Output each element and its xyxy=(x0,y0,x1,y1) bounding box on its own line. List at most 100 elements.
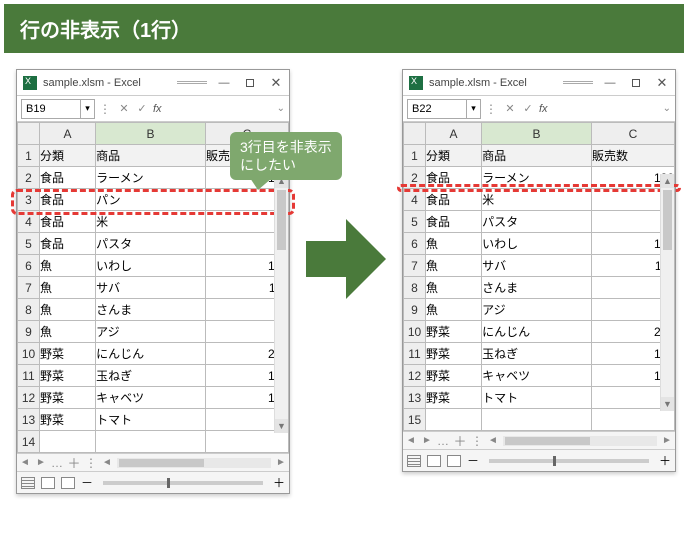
row-header[interactable]: 1 xyxy=(404,145,426,167)
cell[interactable]: 魚 xyxy=(40,277,96,299)
normal-view-icon[interactable] xyxy=(407,455,421,467)
zoom-in-icon[interactable]: ＋ xyxy=(659,452,671,469)
cell[interactable]: パスタ xyxy=(482,211,592,233)
row-header[interactable]: 6 xyxy=(18,255,40,277)
cell[interactable]: 米 xyxy=(482,189,592,211)
hscroll-left-icon[interactable]: ◄ xyxy=(99,457,115,468)
fx-icon[interactable]: fx xyxy=(153,103,162,115)
sheet-prev-icon[interactable]: ◄ xyxy=(17,457,33,468)
name-box[interactable]: B19 xyxy=(21,99,81,119)
hscroll-right-icon[interactable]: ► xyxy=(273,457,289,468)
row-header[interactable]: 9 xyxy=(404,299,426,321)
scroll-up-icon[interactable]: ▲ xyxy=(661,174,674,188)
cell[interactable]: ラーメン xyxy=(96,167,206,189)
cancel-formula-icon[interactable]: ✕ xyxy=(502,101,518,117)
cell[interactable]: 野菜 xyxy=(40,365,96,387)
cell[interactable]: にんじん xyxy=(96,343,206,365)
cell[interactable]: 玉ねぎ xyxy=(96,365,206,387)
cell[interactable]: アジ xyxy=(482,299,592,321)
row-header[interactable]: 13 xyxy=(18,409,40,431)
row-header[interactable]: 9 xyxy=(18,321,40,343)
cancel-formula-icon[interactable]: ✕ xyxy=(116,101,132,117)
accept-formula-icon[interactable]: ✓ xyxy=(520,101,536,117)
row-header[interactable]: 1 xyxy=(18,145,40,167)
hscroll-left-icon[interactable]: ◄ xyxy=(485,435,501,446)
row-header[interactable]: 7 xyxy=(18,277,40,299)
cell[interactable]: 魚 xyxy=(40,299,96,321)
row-header[interactable]: 4 xyxy=(18,211,40,233)
cell[interactable]: いわし xyxy=(96,255,206,277)
close-button[interactable]: ✕ xyxy=(263,74,289,92)
row-header[interactable]: 10 xyxy=(404,321,426,343)
cell[interactable]: 玉ねぎ xyxy=(482,343,592,365)
cell[interactable] xyxy=(96,431,206,453)
cell[interactable]: 魚 xyxy=(426,277,482,299)
cell[interactable]: キャベツ xyxy=(482,365,592,387)
name-box-chevron-icon[interactable]: ▾ xyxy=(467,99,481,119)
row-header[interactable]: 15 xyxy=(404,409,426,431)
page-break-view-icon[interactable] xyxy=(447,455,461,467)
close-button[interactable]: ✕ xyxy=(649,74,675,92)
cell[interactable]: いわし xyxy=(482,233,592,255)
new-sheet-button[interactable]: ＋ xyxy=(65,453,83,472)
minimize-button[interactable]: — xyxy=(211,74,237,92)
page-layout-view-icon[interactable] xyxy=(427,455,441,467)
row-header[interactable]: 5 xyxy=(18,233,40,255)
row-header[interactable]: 14 xyxy=(18,431,40,453)
maximize-button[interactable] xyxy=(237,74,263,92)
formula-bar-expand-icon[interactable]: ⌄ xyxy=(277,103,285,114)
row-header[interactable]: 6 xyxy=(404,233,426,255)
accept-formula-icon[interactable]: ✓ xyxy=(134,101,150,117)
cell[interactable] xyxy=(482,409,592,431)
sheet-tabs-icon[interactable]: … xyxy=(51,456,63,470)
cell[interactable]: ラーメン xyxy=(482,167,592,189)
cell[interactable]: 魚 xyxy=(426,233,482,255)
vertical-scrollbar[interactable]: ▲ ▼ xyxy=(274,174,288,433)
cell[interactable]: トマト xyxy=(482,387,592,409)
cell[interactable]: 野菜 xyxy=(426,387,482,409)
cell[interactable]: パスタ xyxy=(96,233,206,255)
row-header[interactable]: 5 xyxy=(404,211,426,233)
fx-icon[interactable]: fx xyxy=(539,103,548,115)
row-header[interactable]: 2 xyxy=(404,167,426,189)
col-header-A[interactable]: A xyxy=(426,123,482,145)
scroll-down-icon[interactable]: ▼ xyxy=(661,397,674,411)
cell[interactable]: 食品 xyxy=(40,233,96,255)
cell[interactable] xyxy=(591,409,674,431)
cell[interactable]: キャベツ xyxy=(96,387,206,409)
select-all-corner[interactable] xyxy=(404,123,426,145)
sheet-tabs-icon[interactable]: … xyxy=(437,434,449,448)
cell[interactable]: 野菜 xyxy=(40,387,96,409)
cell[interactable] xyxy=(426,409,482,431)
sheet-next-icon[interactable]: ► xyxy=(33,457,49,468)
scroll-down-icon[interactable]: ▼ xyxy=(275,419,288,433)
name-box-chevron-icon[interactable]: ▾ xyxy=(81,99,95,119)
new-sheet-button[interactable]: ＋ xyxy=(451,431,469,450)
row-header[interactable]: 11 xyxy=(404,343,426,365)
cell[interactable]: 野菜 xyxy=(426,365,482,387)
row-header[interactable]: 11 xyxy=(18,365,40,387)
col-header-C[interactable]: C xyxy=(591,123,674,145)
cell[interactable]: 魚 xyxy=(40,255,96,277)
cell[interactable]: 分類 xyxy=(40,145,96,167)
cell[interactable]: 食品 xyxy=(40,189,96,211)
zoom-in-icon[interactable]: ＋ xyxy=(273,474,285,491)
cell[interactable]: 魚 xyxy=(426,299,482,321)
select-all-corner[interactable] xyxy=(18,123,40,145)
cell[interactable]: 商品 xyxy=(482,145,592,167)
horizontal-scrollbar[interactable] xyxy=(503,436,657,446)
cell[interactable]: 野菜 xyxy=(40,409,96,431)
row-header[interactable]: 10 xyxy=(18,343,40,365)
cell[interactable] xyxy=(40,431,96,453)
col-header-A[interactable]: A xyxy=(40,123,96,145)
sheet-prev-icon[interactable]: ◄ xyxy=(403,435,419,446)
row-header[interactable]: 2 xyxy=(18,167,40,189)
row-header[interactable]: 3 xyxy=(18,189,40,211)
cell[interactable] xyxy=(205,431,288,453)
maximize-button[interactable] xyxy=(623,74,649,92)
row-header[interactable]: 7 xyxy=(404,255,426,277)
row-header[interactable]: 12 xyxy=(18,387,40,409)
zoom-out-icon[interactable]: － xyxy=(81,474,93,491)
cell[interactable]: さんま xyxy=(96,299,206,321)
cell[interactable]: 食品 xyxy=(40,211,96,233)
